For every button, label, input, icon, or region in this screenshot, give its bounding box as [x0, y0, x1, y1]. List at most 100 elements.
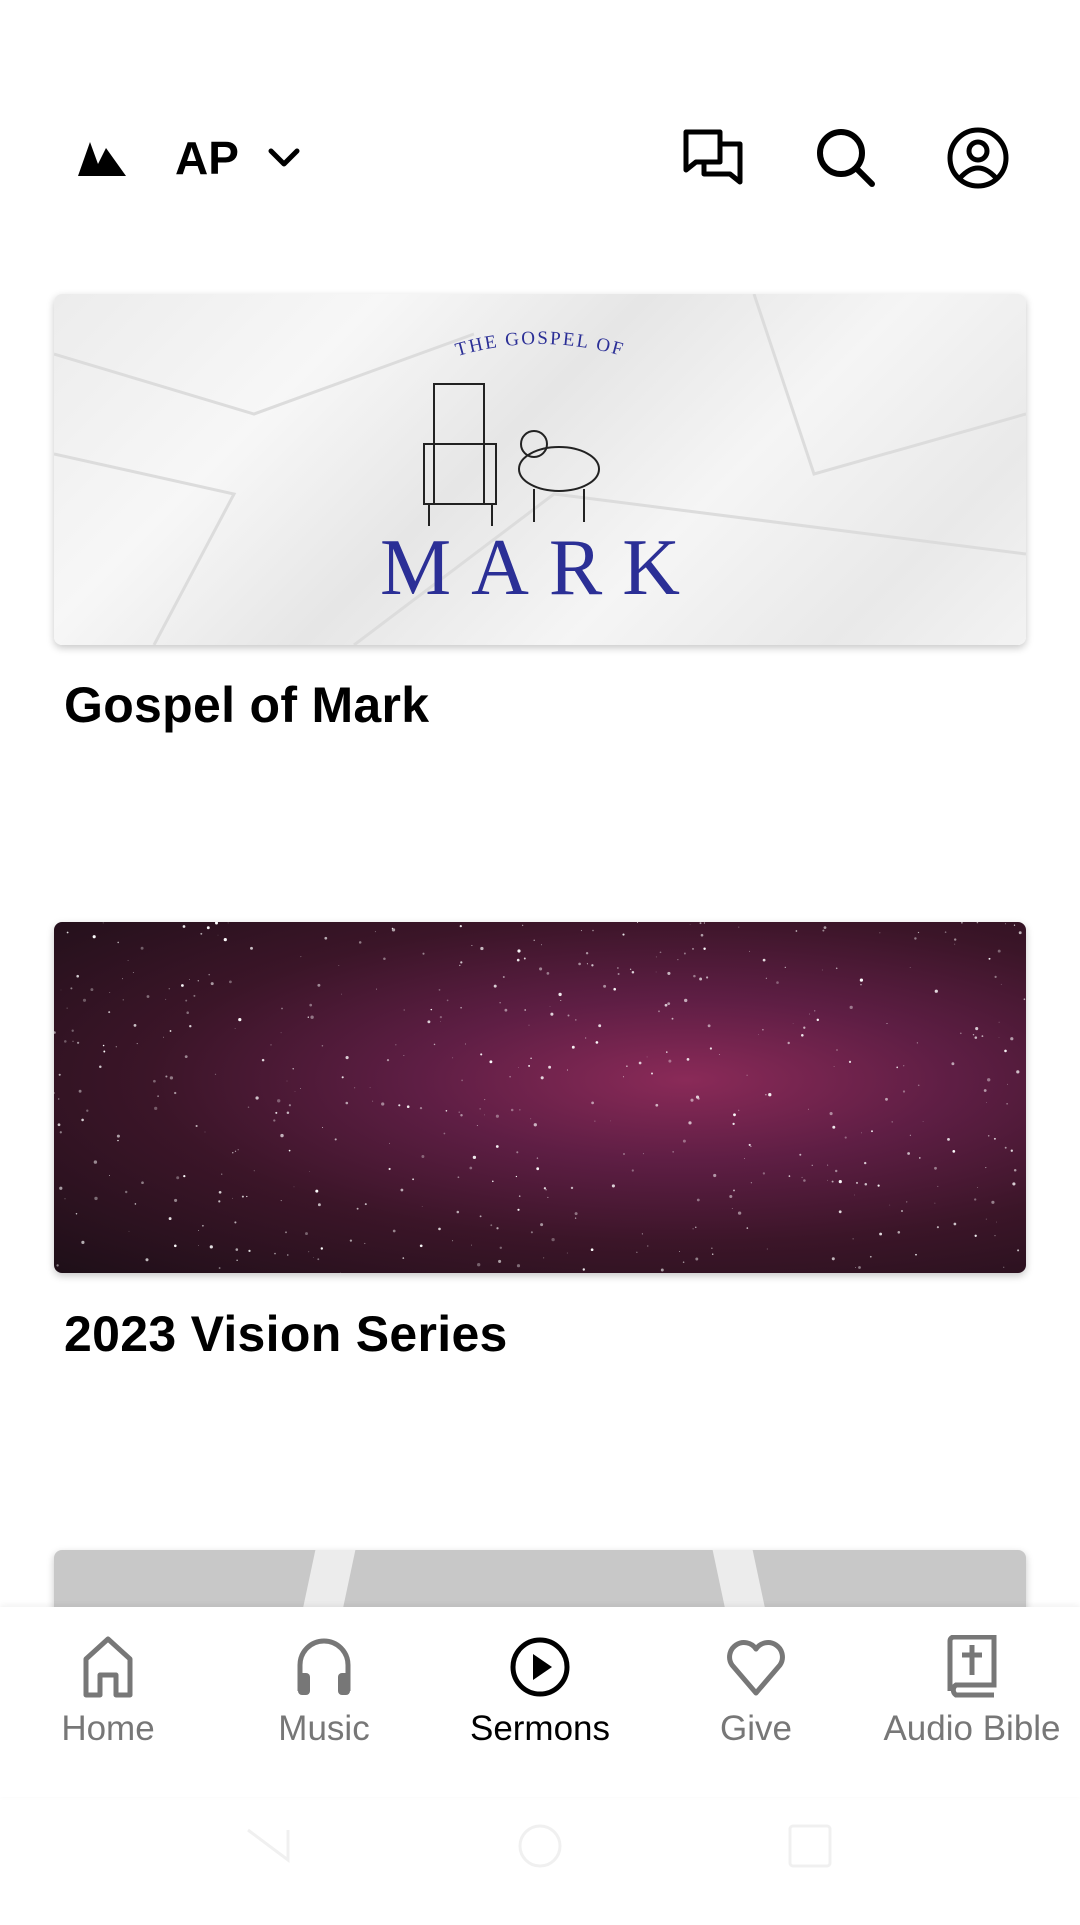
star — [571, 1045, 575, 1049]
star — [551, 1237, 555, 1242]
star — [916, 1042, 919, 1044]
star — [998, 1021, 1000, 1023]
star — [54, 1031, 56, 1034]
star — [57, 1123, 61, 1127]
star — [548, 1065, 552, 1069]
star — [386, 1059, 390, 1062]
star — [169, 1030, 172, 1032]
home-icon — [83, 1636, 133, 1698]
star — [626, 1065, 628, 1067]
series-title[interactable]: Gospel of Mark — [64, 676, 429, 734]
star — [869, 1255, 872, 1258]
headphones-icon — [297, 1638, 351, 1695]
star — [116, 1134, 120, 1138]
nav-home[interactable]: Home — [0, 1607, 216, 1797]
star — [655, 971, 657, 973]
star — [315, 1189, 319, 1193]
star — [591, 964, 594, 967]
nav-audio-bible[interactable]: Audio Bible — [864, 1607, 1080, 1797]
star — [457, 1176, 460, 1179]
star — [403, 1009, 405, 1011]
star — [540, 1223, 544, 1227]
star — [398, 1104, 401, 1107]
star — [484, 1099, 486, 1101]
star — [731, 1208, 733, 1210]
star — [498, 1259, 502, 1263]
star — [814, 1010, 816, 1012]
mountain-logo-icon[interactable] — [76, 110, 128, 206]
series-card-gospel-of-mark[interactable]: THE GOSPEL OF MARK — [54, 294, 1026, 645]
star — [792, 1022, 794, 1024]
chat-button[interactable] — [680, 110, 748, 206]
star — [519, 1109, 521, 1111]
star — [985, 1167, 987, 1169]
star — [339, 1272, 341, 1273]
star — [141, 1181, 144, 1185]
star — [1013, 924, 1016, 926]
star — [227, 922, 229, 924]
star — [246, 1195, 248, 1198]
star — [232, 1197, 233, 1199]
star — [275, 1111, 278, 1114]
star — [1000, 983, 1002, 985]
star — [831, 1180, 834, 1183]
star — [854, 1194, 855, 1196]
nav-label: Music — [278, 1709, 370, 1748]
star — [947, 1137, 950, 1141]
star — [543, 1257, 545, 1259]
star — [93, 1160, 98, 1164]
star — [64, 1198, 66, 1200]
nav-music[interactable]: Music — [216, 1607, 432, 1797]
star — [879, 932, 881, 934]
star — [580, 930, 582, 932]
star — [738, 1109, 740, 1111]
starry-sky-artwork — [54, 922, 1026, 1273]
star — [528, 1024, 530, 1026]
star — [987, 1078, 991, 1082]
star — [472, 1155, 477, 1160]
star — [762, 958, 766, 962]
series-feed[interactable]: THE GOSPEL OF MARK Gospel of Mark 2023 V… — [0, 0, 1080, 1607]
star — [277, 1099, 281, 1103]
star — [692, 1228, 694, 1230]
star — [206, 926, 210, 930]
star — [541, 944, 542, 946]
series-card-2023-vision-series[interactable] — [54, 922, 1026, 1273]
star — [509, 1075, 511, 1078]
nav-sermons[interactable]: Sermons — [432, 1607, 648, 1797]
star — [891, 1121, 893, 1123]
chat-icon — [683, 129, 743, 185]
svg-text:MARK: MARK — [380, 524, 700, 612]
star — [996, 1221, 997, 1223]
star — [683, 952, 686, 955]
star — [864, 1183, 868, 1186]
star — [60, 989, 62, 991]
star — [280, 1200, 282, 1202]
star — [504, 1008, 508, 1012]
series-card-3[interactable] — [54, 1550, 1026, 1607]
nav-give[interactable]: Give — [648, 1607, 864, 1797]
star — [998, 1037, 1000, 1038]
star — [530, 1057, 532, 1060]
star — [733, 1113, 736, 1117]
star — [974, 1234, 977, 1237]
star — [286, 1080, 288, 1082]
search-button[interactable] — [812, 110, 880, 206]
star — [977, 1186, 979, 1188]
star — [480, 1053, 483, 1056]
star — [217, 934, 219, 936]
star — [1012, 1182, 1016, 1186]
star — [997, 949, 1001, 953]
star — [684, 998, 688, 1003]
star — [981, 1035, 984, 1038]
star — [575, 1019, 577, 1021]
star — [218, 1200, 221, 1203]
star — [215, 922, 218, 925]
star — [94, 1196, 98, 1201]
star — [499, 1002, 501, 1004]
profile-button[interactable] — [944, 110, 1012, 206]
series-title[interactable]: 2023 Vision Series — [64, 1305, 508, 1363]
star — [59, 1186, 63, 1190]
gospel-of-mark-artwork: THE GOSPEL OF MARK — [54, 294, 1026, 645]
campus-selector[interactable]: AP — [175, 110, 301, 206]
